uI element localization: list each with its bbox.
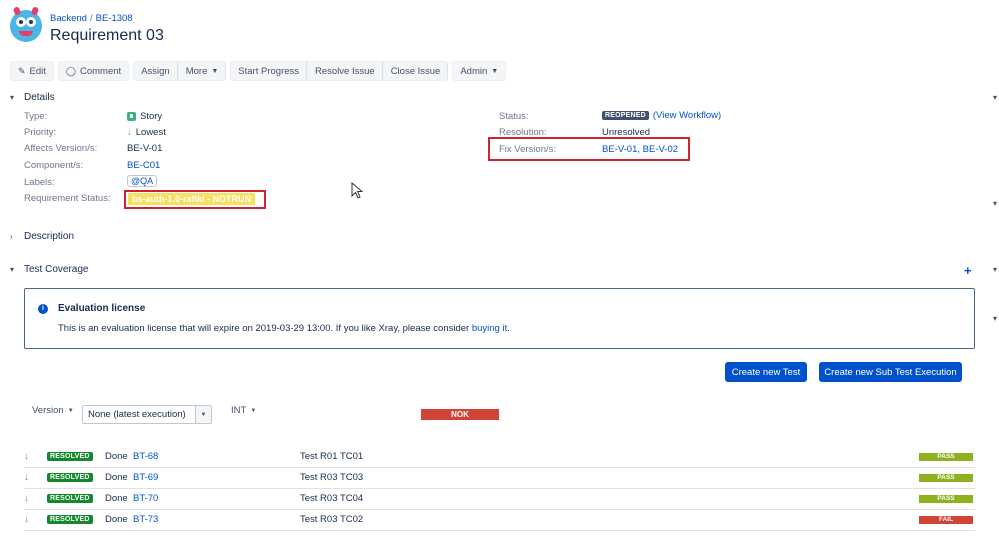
chevron-down-icon[interactable]: ▾	[993, 199, 997, 208]
breadcrumb-issue-link[interactable]: BE-1308	[96, 13, 133, 24]
affects-version-value: BE-V-01	[127, 143, 163, 154]
chevron-down-icon[interactable]: ▾	[993, 93, 997, 102]
test-coverage-toggle[interactable]: ▾ Test Coverage	[10, 264, 88, 275]
status-lozenge: RESOLVED	[47, 515, 93, 524]
plus-icon[interactable]: +	[964, 263, 972, 278]
comment-button[interactable]: ◯ Comment	[57, 61, 130, 81]
license-title: Evaluation license	[58, 303, 146, 314]
close-issue-button[interactable]: Close Issue	[382, 61, 449, 81]
arrow-down-icon: ↓	[24, 514, 29, 525]
overall-status-bar: NOK	[421, 409, 499, 420]
pencil-icon: ✎	[18, 65, 26, 76]
arrow-down-icon: ↓	[24, 493, 29, 504]
chevron-down-icon: ▾	[10, 265, 15, 274]
type-label: Type:	[24, 111, 48, 122]
resolve-issue-button[interactable]: Resolve Issue	[307, 61, 383, 81]
issue-title: Requirement 03	[50, 27, 164, 44]
chevron-down-icon: ▼	[250, 407, 257, 414]
chevron-right-icon: ›	[10, 232, 13, 241]
test-key-link[interactable]: BT-73	[133, 514, 158, 525]
status-lozenge: RESOLVED	[47, 452, 93, 461]
status-lozenge: REOPENED	[602, 111, 649, 120]
start-progress-button[interactable]: Start Progress	[230, 61, 308, 81]
project-avatar-icon[interactable]	[10, 6, 42, 42]
status-label: Status:	[499, 111, 529, 122]
test-key-link[interactable]: BT-70	[133, 493, 158, 504]
environment-filter[interactable]: INT ▼	[231, 405, 256, 416]
test-summary: Test R03 TC03	[300, 472, 364, 483]
status-lozenge: RESOLVED	[47, 494, 93, 503]
version-filter[interactable]: Version ▼	[32, 405, 74, 416]
buy-license-link[interactable]: buying it	[472, 323, 507, 334]
status-value: REOPENED (View Workflow)	[602, 110, 721, 121]
test-key-link[interactable]: BT-68	[133, 451, 158, 462]
test-summary: Test R01 TC01	[300, 451, 364, 462]
license-text: This is an evaluation license that will …	[58, 323, 510, 334]
comment-icon: ◯	[65, 65, 76, 76]
story-icon	[127, 112, 136, 121]
issue-header: Backend / BE-1308 Requirement 03	[10, 6, 164, 45]
breadcrumb-separator: /	[89, 13, 93, 24]
breadcrumb-project-link[interactable]: Backend	[50, 13, 87, 24]
priority-label: Priority:	[24, 127, 57, 138]
chevron-down-icon[interactable]: ▾	[993, 265, 997, 274]
issue-toolbar: ✎ Edit ◯ Comment Assign More ▼ Start Progre…	[10, 61, 510, 81]
info-icon: i	[38, 304, 48, 314]
breadcrumb: Backend / BE-1308	[50, 13, 164, 24]
table-row[interactable]: ↓ RESOLVED Done BT-68 Test R01 TC01 PASS	[24, 447, 975, 468]
chevron-down-icon[interactable]: ▾	[993, 314, 997, 323]
component-link[interactable]: BE-C01	[127, 160, 160, 171]
table-row[interactable]: ↓ RESOLVED Done BT-69 Test R03 TC03 PASS	[24, 468, 975, 489]
fix-version-highlight	[488, 137, 690, 161]
license-message: i Evaluation license This is an evaluati…	[24, 288, 975, 349]
priority-value: ↓ Lowest	[127, 127, 166, 138]
labels-label: Labels:	[24, 177, 55, 188]
details-toggle[interactable]: ▾ Details	[10, 92, 55, 103]
mouse-cursor-icon	[351, 182, 363, 199]
table-row[interactable]: ↓ RESOLVED Done BT-70 Test R03 TC04 PASS	[24, 489, 975, 510]
resolution-text: Done	[105, 514, 128, 525]
status-lozenge: RESOLVED	[47, 473, 93, 482]
type-value: Story	[127, 111, 162, 122]
edit-button[interactable]: ✎ Edit	[10, 61, 54, 81]
test-result-badge: PASS	[919, 495, 973, 503]
label-tag[interactable]: @QA	[127, 175, 158, 187]
test-result-badge: PASS	[919, 474, 973, 482]
assign-button[interactable]: Assign	[133, 61, 178, 81]
chevron-down-icon: ▾	[10, 93, 15, 102]
affects-version-label: Affects Version/s:	[24, 143, 98, 154]
more-button[interactable]: More ▼	[177, 61, 227, 81]
resolution-text: Done	[105, 493, 128, 504]
requirement-status-highlight	[124, 190, 266, 209]
arrow-down-icon: ↓	[24, 472, 29, 483]
chevron-down-icon: ▼	[195, 406, 211, 423]
arrow-down-icon: ↓	[127, 127, 132, 138]
test-result-badge: PASS	[919, 453, 973, 461]
description-toggle[interactable]: › Description	[10, 231, 74, 242]
admin-button[interactable]: Admin ▼	[452, 61, 507, 81]
create-test-button[interactable]: Create new Test	[725, 362, 807, 382]
test-key-link[interactable]: BT-69	[133, 472, 158, 483]
test-result-badge: FAIL	[919, 516, 973, 524]
version-select[interactable]: None (latest execution) ▼	[82, 405, 212, 424]
view-workflow-link[interactable]: (View Workflow)	[653, 110, 721, 121]
resolution-text: Done	[105, 451, 128, 462]
test-summary: Test R03 TC02	[300, 514, 364, 525]
table-row[interactable]: ↓ RESOLVED Done BT-73 Test R03 TC02 FAIL	[24, 510, 975, 531]
component-label: Component/s:	[24, 160, 84, 171]
chevron-down-icon: ▼	[211, 67, 219, 75]
resolution-text: Done	[105, 472, 128, 483]
test-summary: Test R03 TC04	[300, 493, 364, 504]
chevron-down-icon: ▼	[67, 407, 74, 414]
chevron-down-icon: ▼	[491, 67, 499, 75]
create-sub-test-execution-button[interactable]: Create new Sub Test Execution	[819, 362, 962, 382]
arrow-down-icon: ↓	[24, 451, 29, 462]
requirement-status-label: Requirement Status:	[24, 193, 111, 204]
